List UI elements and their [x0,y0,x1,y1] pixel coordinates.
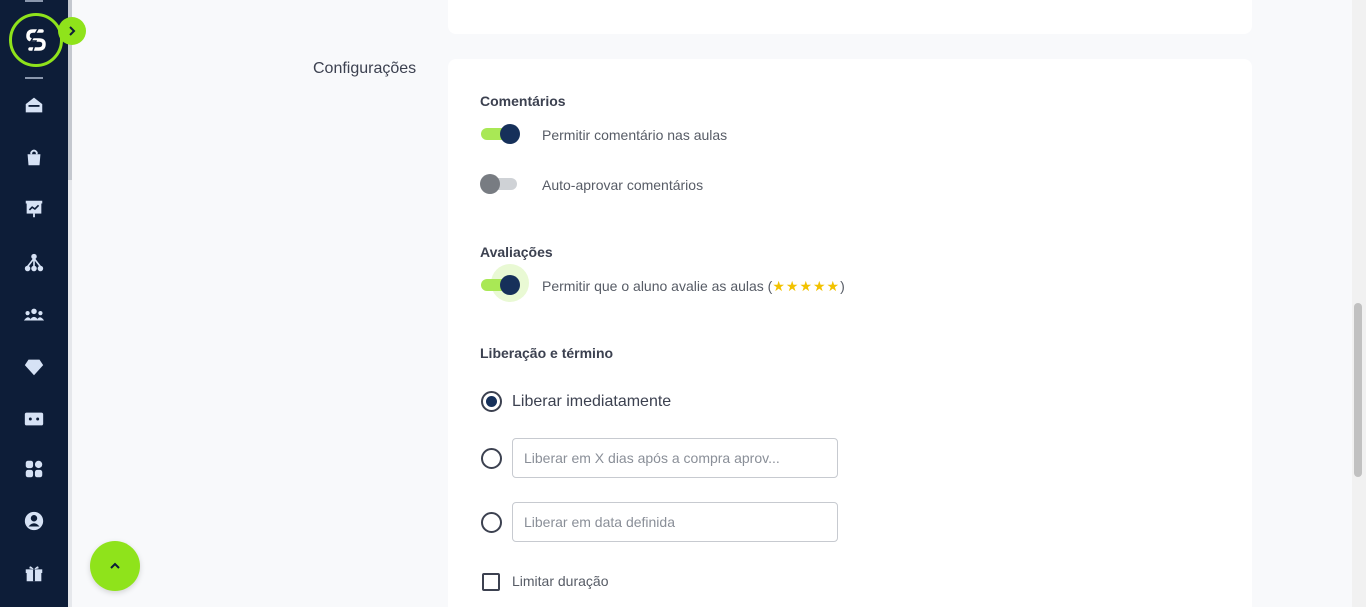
ratings-heading: Avaliações [480,244,553,260]
sidebar-item-home[interactable] [21,92,47,118]
shopping-bag-icon [27,149,41,166]
logo[interactable] [9,13,63,67]
sidebar-scrollbar[interactable] [68,0,72,607]
page-scrollbar-thumb[interactable] [1354,303,1362,477]
users-icon [23,308,45,321]
network-icon [24,253,44,272]
sidebar-item-members[interactable] [21,302,47,328]
sidebar-item-apps[interactable] [21,456,47,482]
stars-icon: ★★★★★ [772,278,841,294]
comments-heading: Comentários [480,93,566,109]
allow-ratings-toggle[interactable] [481,264,529,302]
release-immediately-radio[interactable] [481,391,502,412]
allow-ratings-label: Permitir que o aluno avalie as aulas (★★… [542,278,845,295]
release-heading: Liberação e término [480,345,614,361]
release-on-date-input[interactable] [512,502,838,542]
home-icon [25,97,43,113]
sidebar-item-affiliates[interactable] [21,250,47,276]
sidebar-item-profile[interactable] [21,508,47,534]
sidebar-item-products[interactable] [21,144,47,170]
presentation-icon [25,200,43,218]
release-on-date-radio[interactable] [481,512,502,533]
allow-comments-label: Permitir comentário nas aulas [542,127,728,143]
sidebar-item-rewards[interactable] [21,560,47,586]
scroll-to-top-button[interactable] [90,541,140,591]
gift-icon [25,566,43,582]
expand-sidebar-button[interactable] [58,17,86,45]
ticket-icon [24,412,44,426]
sidebar-item-dashboard[interactable] [21,196,47,222]
auto-approve-toggle[interactable] [480,172,519,196]
allow-ratings-label-suffix: ) [840,278,845,294]
logo-icon [26,28,46,52]
section-title: Configurações [313,60,417,77]
release-after-days-radio[interactable] [481,448,502,469]
allow-ratings-label-prefix: Permitir que o aluno avalie as aulas ( [542,278,773,294]
release-immediately-label[interactable]: Liberar imediatamente [512,393,671,411]
limit-duration-label[interactable]: Limitar duração [512,573,609,589]
chevron-right-icon [69,26,76,36]
previous-section-card [448,0,1252,34]
diamond-icon [24,359,44,376]
release-after-days-input[interactable] [512,438,838,478]
chevron-up-icon [110,562,120,569]
limit-duration-checkbox[interactable] [482,573,500,591]
sidebar-divider [25,0,43,2]
sidebar [0,0,72,607]
apps-icon [25,460,43,478]
sidebar-divider [25,77,43,79]
page-scrollbar[interactable] [1352,0,1366,607]
user-circle-icon [24,511,44,531]
allow-comments-toggle[interactable] [481,122,520,146]
auto-approve-label: Auto-aprovar comentários [542,177,704,193]
sidebar-item-finance[interactable] [21,406,47,432]
sidebar-item-premium[interactable] [21,354,47,380]
